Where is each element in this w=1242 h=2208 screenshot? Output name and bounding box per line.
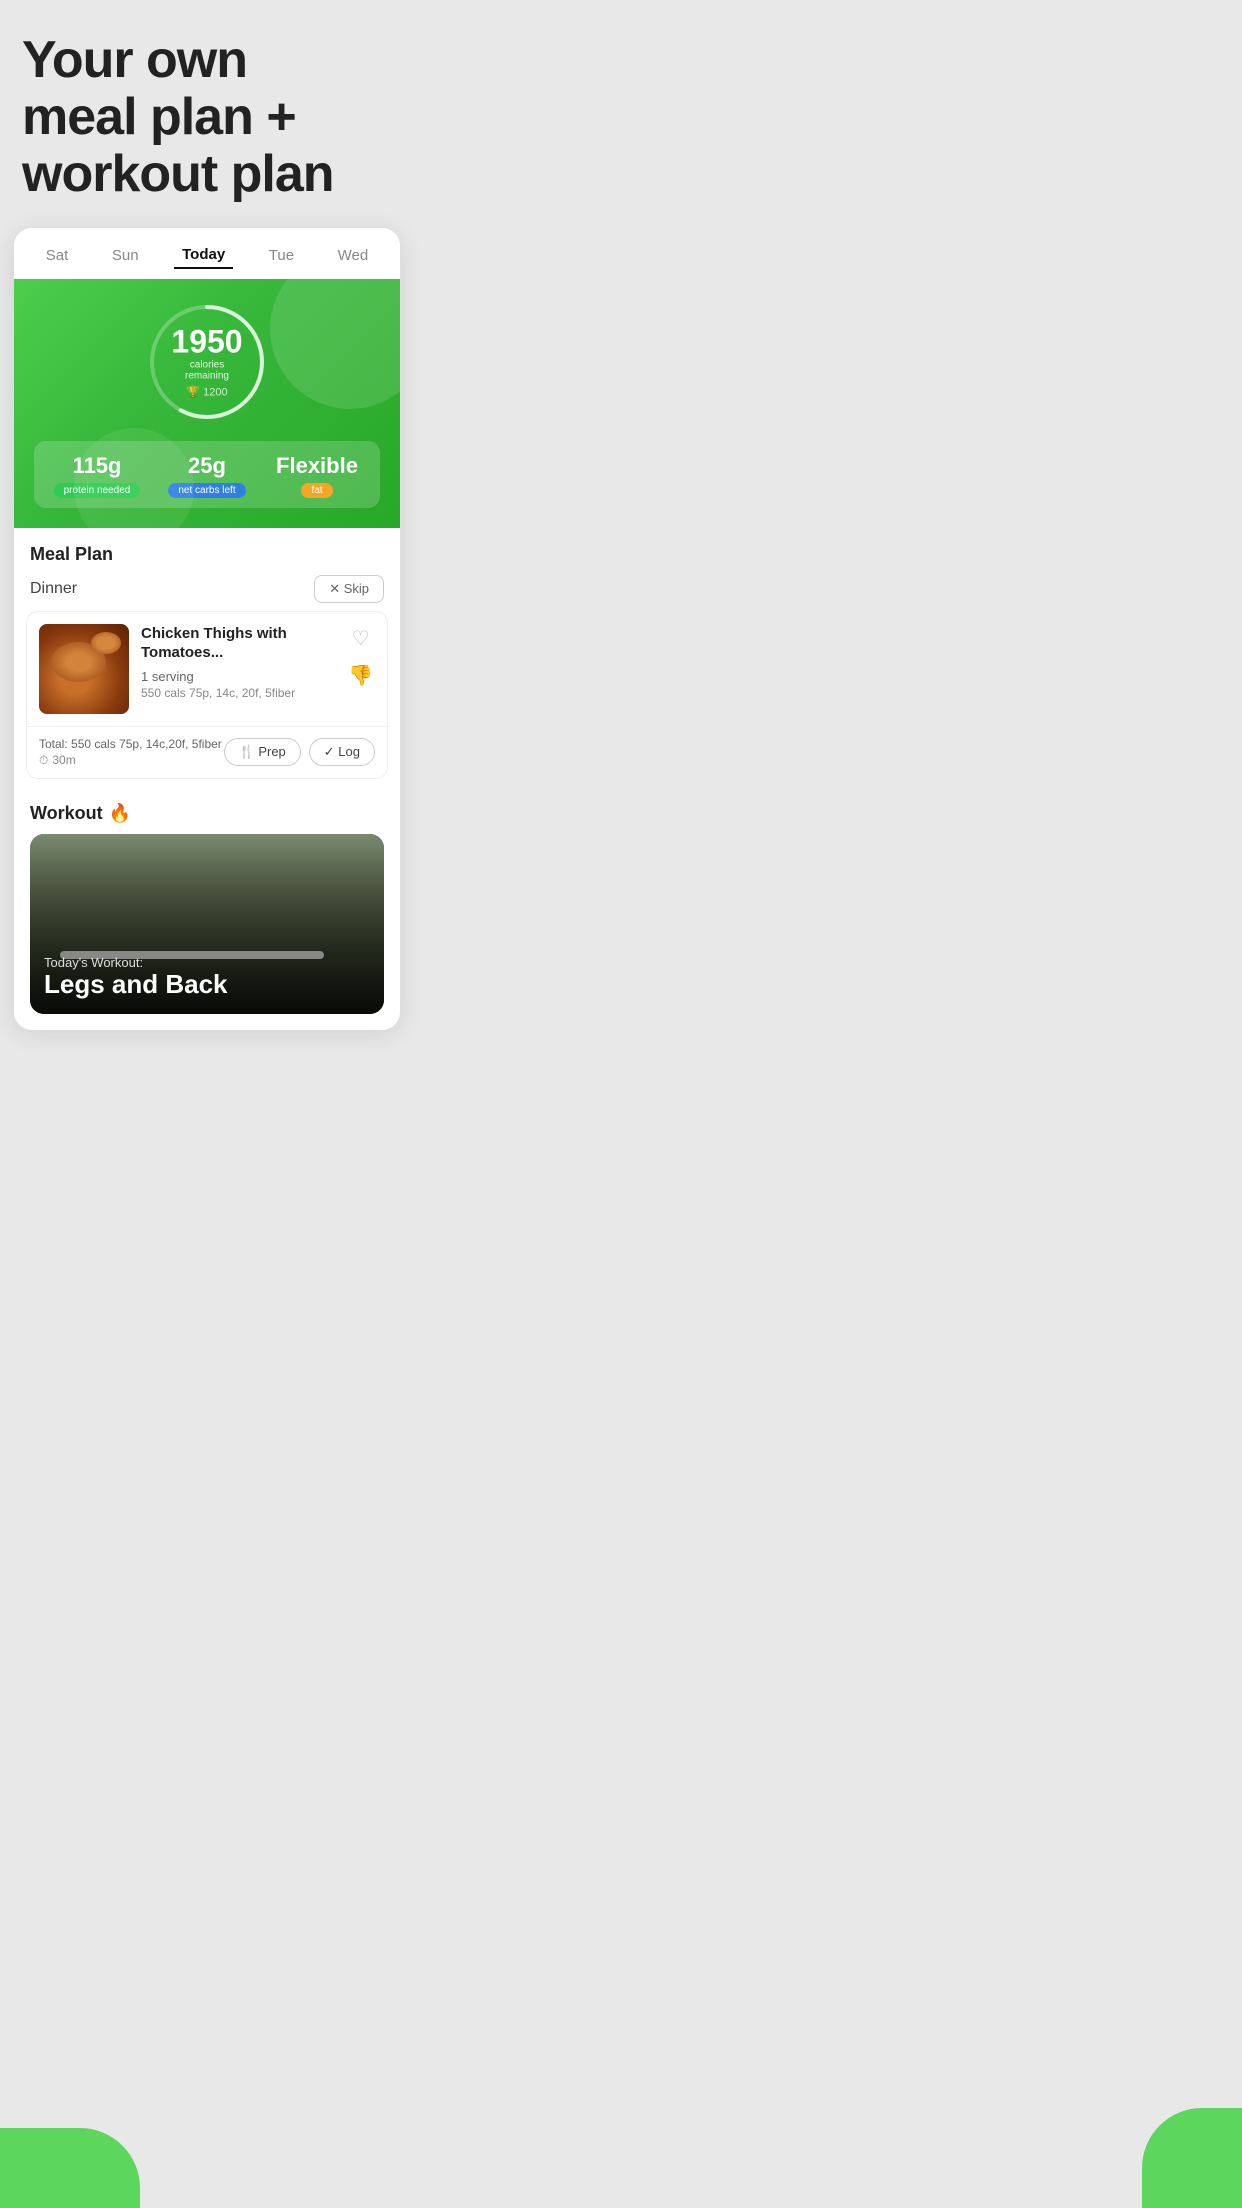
recipe-footer: Total: 550 cals 75p, 14c,20f, 5fiber ⏱ 3… — [27, 726, 387, 778]
workout-label: Workout — [30, 803, 103, 824]
workout-overlay: Today's Workout: Legs and Back — [30, 943, 384, 1014]
main-card: Sat Sun Today Tue Wed 1950 calories rema… — [14, 228, 400, 1030]
calories-goal: 🏆 1200 — [171, 385, 242, 398]
recipe-time: ⏱ 30m — [39, 753, 222, 768]
macro-carbs-value: 25g — [152, 453, 262, 479]
calories-value: 1950 — [171, 325, 242, 357]
workout-section: Workout 🔥 Today's Workout: Legs and Back — [14, 791, 400, 1014]
workout-name: Legs and Back — [44, 970, 370, 1000]
log-button[interactable]: ✓ Log — [309, 738, 375, 766]
hero-title: Your own meal plan + workout plan — [0, 0, 414, 228]
recipe-title: Chicken Thighs with Tomatoes... — [141, 624, 330, 663]
macro-carbs: 25g net carbs left — [152, 453, 262, 498]
meal-type: Dinner — [30, 580, 77, 598]
workout-subtitle: Today's Workout: — [44, 955, 370, 970]
tab-wed[interactable]: Wed — [330, 243, 377, 268]
recipe-card: Chicken Thighs with Tomatoes... 1 servin… — [26, 611, 388, 779]
green-right — [1142, 2108, 1242, 2208]
workout-title: Workout 🔥 — [30, 803, 384, 824]
dislike-button[interactable]: 👎 — [346, 661, 375, 690]
tab-sun[interactable]: Sun — [104, 243, 147, 268]
skip-button[interactable]: ✕ Skip — [314, 575, 384, 603]
macro-protein: 115g protein needed — [42, 453, 152, 498]
meal-plan-title: Meal Plan — [14, 528, 400, 569]
macro-protein-value: 115g — [42, 453, 152, 479]
recipe-serving: 1 serving — [141, 669, 330, 684]
recipe-actions: ♡ 👎 — [346, 624, 375, 690]
recipe-footer-left: Total: 550 cals 75p, 14c,20f, 5fiber ⏱ 3… — [39, 737, 222, 768]
clock-icon: ⏱ — [39, 753, 48, 768]
meal-header: Dinner ✕ Skip — [14, 569, 400, 611]
recipe-main: Chicken Thighs with Tomatoes... 1 servin… — [27, 612, 387, 726]
calories-banner: 1950 calories remaining 🏆 1200 115g prot… — [14, 279, 400, 528]
green-left — [0, 2128, 140, 2208]
macro-fat-value: Flexible — [262, 453, 372, 479]
macro-protein-label: protein needed — [54, 483, 141, 498]
fire-icon: 🔥 — [109, 803, 131, 824]
calories-circle: 1950 calories remaining 🏆 1200 — [142, 297, 272, 427]
tab-sat[interactable]: Sat — [38, 243, 77, 268]
day-tabs: Sat Sun Today Tue Wed — [14, 228, 400, 279]
macro-fat-label: fat — [301, 483, 332, 498]
macros-row: 115g protein needed 25g net carbs left F… — [34, 441, 380, 508]
tab-today[interactable]: Today — [174, 242, 233, 269]
bottom-decoration — [0, 2128, 1242, 2208]
calories-label: calories remaining — [171, 359, 242, 381]
macro-carbs-label: net carbs left — [168, 483, 245, 498]
recipe-macros: 550 cals 75p, 14c, 20f, 5fiber — [141, 686, 330, 700]
prep-button[interactable]: 🍴 Prep — [224, 738, 301, 766]
favorite-button[interactable]: ♡ — [350, 624, 372, 653]
recipe-info: Chicken Thighs with Tomatoes... 1 servin… — [141, 624, 330, 700]
workout-image[interactable]: Today's Workout: Legs and Back — [30, 834, 384, 1014]
footer-actions: 🍴 Prep ✓ Log — [224, 738, 375, 766]
recipe-total: Total: 550 cals 75p, 14c,20f, 5fiber — [39, 737, 222, 751]
tab-tue[interactable]: Tue — [261, 243, 302, 268]
recipe-image — [39, 624, 129, 714]
macro-fat: Flexible fat — [262, 453, 372, 498]
